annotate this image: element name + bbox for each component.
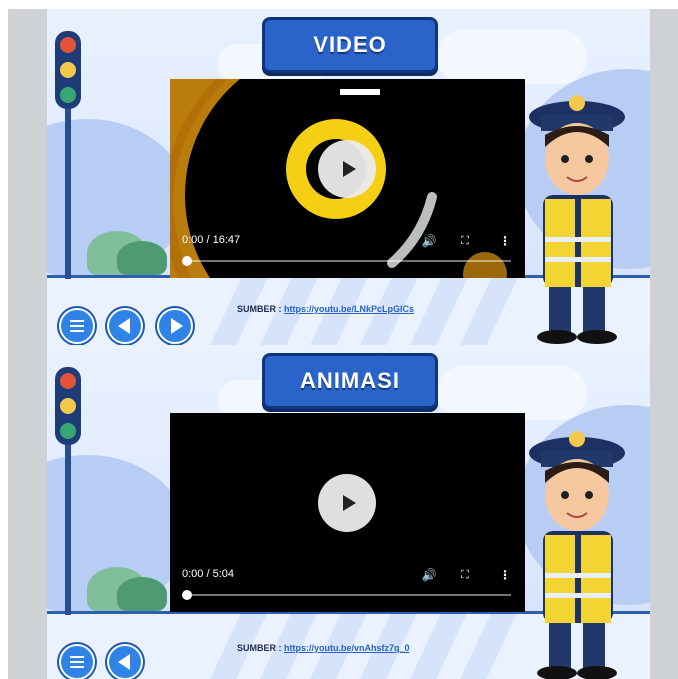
- video-time: 0:00 / 5:04: [182, 568, 234, 580]
- slide-title-badge: ANIMASI: [262, 353, 438, 409]
- arrow-left-icon: [117, 654, 130, 670]
- video-player[interactable]: 0:00 / 5:04 🔊 ⛶ ⋮: [170, 413, 525, 612]
- source-link[interactable]: https://youtu.be/LNkPcLpGlCs: [284, 304, 414, 314]
- video-player[interactable]: 0:00 / 16:47 🔊 ⛶ ⋮: [170, 79, 525, 278]
- slide-title: ANIMASI: [300, 368, 400, 393]
- more-vertical-icon[interactable]: ⋮: [498, 234, 512, 248]
- cloud: [437, 29, 587, 84]
- traffic-light-pole: [65, 89, 71, 279]
- video-time: 0:00 / 16:47: [182, 234, 241, 246]
- police-officer-illustration: [529, 95, 625, 344]
- progress-knob[interactable]: [182, 590, 192, 600]
- traffic-light-icon: [55, 31, 81, 109]
- play-button[interactable]: [318, 474, 376, 532]
- progress-bar[interactable]: [184, 260, 511, 262]
- progress-bar[interactable]: [184, 594, 511, 596]
- bush: [117, 577, 167, 611]
- right-gutter: [650, 9, 678, 679]
- fullscreen-icon[interactable]: ⛶: [458, 568, 472, 582]
- cloud: [437, 365, 587, 420]
- left-gutter: [8, 9, 47, 679]
- fullscreen-icon[interactable]: ⛶: [458, 234, 472, 248]
- traffic-light-pole: [65, 425, 71, 615]
- bush: [117, 241, 167, 275]
- progress-knob[interactable]: [182, 256, 192, 266]
- menu-list-icon: [70, 653, 84, 671]
- more-vertical-icon[interactable]: ⋮: [498, 568, 512, 582]
- arrow-right-icon: [170, 318, 183, 334]
- volume-icon[interactable]: 🔊: [422, 568, 437, 582]
- page-frame: VIDEO 0:00 / 16:47 🔊 ⛶ ⋮ SUMBER: https:…: [0, 0, 678, 679]
- menu-button[interactable]: [59, 308, 95, 344]
- prev-button[interactable]: [107, 644, 143, 679]
- menu-list-icon: [70, 317, 84, 335]
- source-text: SUMBER : https://youtu.be/LNkPcLpGlCs: [237, 304, 414, 314]
- source-text: SUMBER : https://youtu.be/vnAhsfz7q_0: [237, 643, 410, 653]
- play-button[interactable]: [318, 140, 376, 198]
- source-link[interactable]: https://youtu.be/vnAhsfz7q_0: [284, 643, 410, 653]
- slide-video: VIDEO 0:00 / 16:47 🔊 ⛶ ⋮ SUMBER: https:…: [47, 9, 650, 345]
- slide-animasi: ANIMASI 0:00 / 5:04 🔊 ⛶ ⋮ SUMBER: https…: [47, 345, 650, 679]
- arrow-left-icon: [117, 318, 130, 334]
- slide-title: VIDEO: [313, 32, 387, 57]
- next-button[interactable]: [157, 308, 193, 344]
- volume-icon[interactable]: 🔊: [422, 234, 437, 248]
- source-label: SUMBER :: [237, 304, 282, 314]
- source-label: SUMBER :: [237, 643, 282, 653]
- traffic-light-icon: [55, 367, 81, 445]
- menu-button[interactable]: [59, 644, 95, 679]
- police-officer-illustration: [529, 431, 625, 679]
- prev-button[interactable]: [107, 308, 143, 344]
- slide-title-badge: VIDEO: [262, 17, 438, 73]
